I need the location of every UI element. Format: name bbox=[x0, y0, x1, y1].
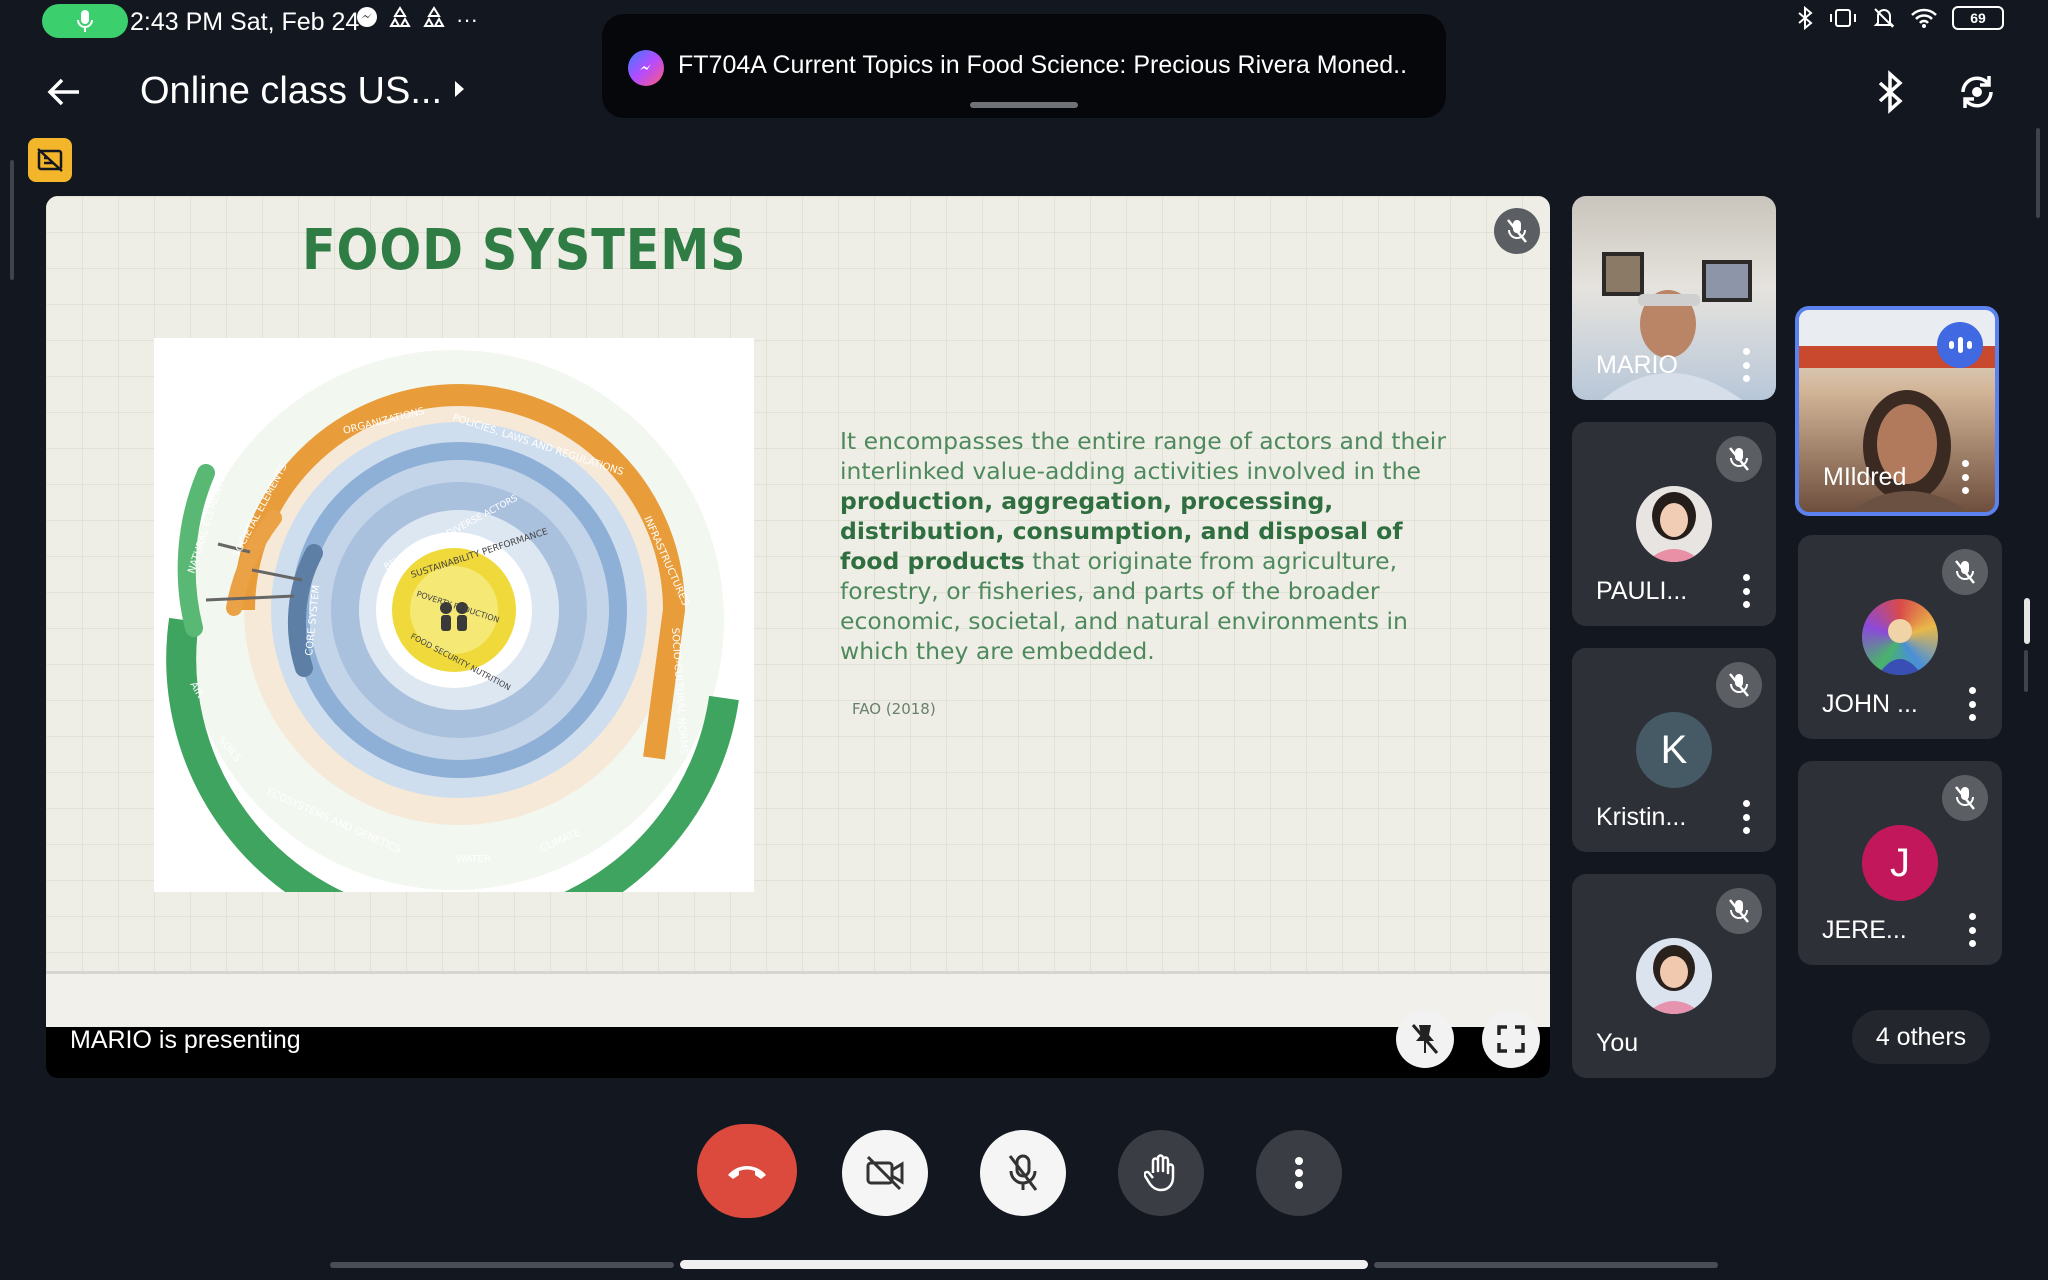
messenger-icon bbox=[356, 6, 378, 34]
presenting-label: MARIO is presenting bbox=[70, 1026, 301, 1054]
chevron-right-icon[interactable] bbox=[452, 80, 466, 103]
notification-text: FT704A Current Topics in Food Science: P… bbox=[678, 51, 1408, 79]
slide-body-text: It encompasses the entire range of actor… bbox=[840, 426, 1450, 666]
notification-banner[interactable]: FT704A Current Topics in Food Science: P… bbox=[602, 14, 1446, 118]
end-call-button[interactable] bbox=[697, 1124, 797, 1218]
diagram-label-water: WATER bbox=[456, 854, 491, 865]
fullscreen-icon bbox=[1497, 1025, 1525, 1053]
participant-more-button[interactable] bbox=[1740, 574, 1752, 608]
right-scroll-indicator bbox=[2036, 128, 2040, 218]
participant-avatar bbox=[1636, 938, 1712, 1014]
left-scroll-indicator bbox=[10, 160, 14, 280]
meeting-title[interactable]: Online class US... bbox=[140, 70, 442, 113]
mic-off-icon bbox=[1729, 899, 1749, 923]
mic-off-icon bbox=[1729, 447, 1749, 471]
slide-bottom-strip bbox=[46, 971, 1550, 1027]
participant-more-button[interactable] bbox=[1959, 460, 1971, 494]
participant-tile-mildred[interactable]: MIldred bbox=[1795, 306, 1999, 516]
more-vertical-icon bbox=[1295, 1157, 1303, 1189]
unpin-button[interactable] bbox=[1396, 1010, 1454, 1068]
switch-camera-icon bbox=[1961, 76, 1993, 108]
participant-avatar-initial: J bbox=[1862, 825, 1938, 901]
raise-hand-button[interactable] bbox=[1118, 1130, 1204, 1216]
participant-more-button[interactable] bbox=[1740, 348, 1752, 382]
nav-bar-segment bbox=[330, 1262, 674, 1268]
participants-scrollbar-track bbox=[2024, 650, 2028, 692]
recycle-icon bbox=[388, 6, 412, 34]
messenger-icon bbox=[628, 50, 664, 86]
slide-citation: FAO (2018) bbox=[852, 700, 936, 718]
speaking-indicator bbox=[1937, 322, 1983, 368]
mic-off-icon bbox=[1955, 560, 1975, 584]
mic-off-indicator bbox=[1942, 549, 1988, 595]
participant-name: MARIO bbox=[1596, 351, 1678, 379]
alarm-off-icon bbox=[1873, 8, 1895, 28]
mic-off-icon bbox=[1507, 219, 1527, 243]
participant-avatar-initial: K bbox=[1636, 712, 1712, 788]
food-systems-diagram: NATURAL ELEMENTS SOCIETAL ELEMENTS ORGAN… bbox=[154, 338, 754, 947]
presentation-stage[interactable]: FOOD SYSTEMS NATURAL ELEMENTS SOCIETAL E… bbox=[46, 196, 1550, 1078]
participant-name: PAULI... bbox=[1596, 577, 1688, 605]
participant-tile-kristin[interactable]: K Kristin... bbox=[1572, 648, 1776, 852]
mic-off-indicator bbox=[1716, 436, 1762, 482]
mic-off-indicator bbox=[1716, 888, 1762, 934]
raise-hand-icon bbox=[1144, 1154, 1175, 1192]
mic-off-icon bbox=[1729, 673, 1749, 697]
participant-name: JERE... bbox=[1822, 916, 1907, 944]
bluetooth-icon bbox=[1878, 70, 1903, 114]
participant-tile-mario[interactable]: MARIO bbox=[1572, 196, 1776, 400]
battery-indicator: 69 bbox=[1952, 6, 2004, 30]
participant-more-button[interactable] bbox=[1966, 913, 1978, 947]
mic-active-indicator[interactable] bbox=[42, 4, 128, 38]
slide-title: FOOD SYSTEMS bbox=[302, 218, 747, 283]
participant-name: MIldred bbox=[1823, 463, 1907, 491]
participants-scrollbar-thumb[interactable] bbox=[2024, 598, 2030, 644]
participant-tile-you[interactable]: You bbox=[1572, 874, 1776, 1078]
mic-off-icon bbox=[1955, 786, 1975, 810]
microphone-icon bbox=[77, 10, 93, 32]
mic-off-icon bbox=[1008, 1154, 1038, 1191]
mic-off-indicator bbox=[1716, 662, 1762, 708]
more-notifications-icon: ··· bbox=[456, 7, 478, 32]
mic-off-indicator bbox=[1942, 775, 1988, 821]
notification-drag-handle[interactable] bbox=[970, 102, 1078, 108]
participant-more-button[interactable] bbox=[1966, 687, 1978, 721]
slide-body-intro: It encompasses the entire range of actor… bbox=[840, 427, 1446, 485]
vibrate-icon bbox=[1830, 9, 1856, 27]
bluetooth-status-icon bbox=[1798, 6, 1813, 30]
participant-name: JOHN ... bbox=[1822, 690, 1918, 718]
nav-bar-segment bbox=[1374, 1262, 1718, 1268]
participant-name: You bbox=[1596, 1029, 1639, 1057]
participant-tile-pauli[interactable]: PAULI... bbox=[1572, 422, 1776, 626]
more-options-button[interactable] bbox=[1256, 1130, 1342, 1216]
home-gesture-handle[interactable] bbox=[680, 1260, 1368, 1269]
video-off-icon bbox=[866, 1155, 904, 1191]
status-time: 2:43 PM Sat, Feb 24 bbox=[130, 8, 360, 36]
participant-tile-jere[interactable]: J JERE... bbox=[1798, 761, 2002, 965]
bluetooth-audio-button[interactable] bbox=[1870, 70, 1910, 119]
status-notifications: ··· bbox=[356, 6, 478, 34]
participant-more-button[interactable] bbox=[1740, 800, 1752, 834]
back-button[interactable] bbox=[42, 70, 86, 114]
arrow-left-icon bbox=[47, 78, 79, 106]
participant-tile-john[interactable]: JOHN ... bbox=[1798, 535, 2002, 739]
participant-avatar bbox=[1862, 599, 1938, 675]
status-right-icons: 69 bbox=[1796, 6, 2004, 30]
switch-camera-button[interactable] bbox=[1955, 70, 1999, 119]
presenter-muted-indicator bbox=[1494, 208, 1540, 254]
fullscreen-button[interactable] bbox=[1482, 1010, 1540, 1068]
camera-toggle-button[interactable] bbox=[842, 1130, 928, 1216]
captions-off-icon bbox=[37, 148, 63, 172]
microphone-toggle-button[interactable] bbox=[980, 1130, 1066, 1216]
recycle-icon bbox=[422, 6, 446, 34]
unpin-icon bbox=[1411, 1024, 1439, 1054]
hang-up-icon bbox=[728, 1166, 766, 1179]
participant-name: Kristin... bbox=[1596, 803, 1687, 831]
others-button[interactable]: 4 others bbox=[1852, 1010, 1990, 1064]
wifi-icon bbox=[1911, 8, 1937, 28]
shared-slide: FOOD SYSTEMS NATURAL ELEMENTS SOCIETAL E… bbox=[46, 196, 1550, 1027]
participant-avatar bbox=[1636, 486, 1712, 562]
captions-off-badge[interactable] bbox=[28, 138, 72, 182]
